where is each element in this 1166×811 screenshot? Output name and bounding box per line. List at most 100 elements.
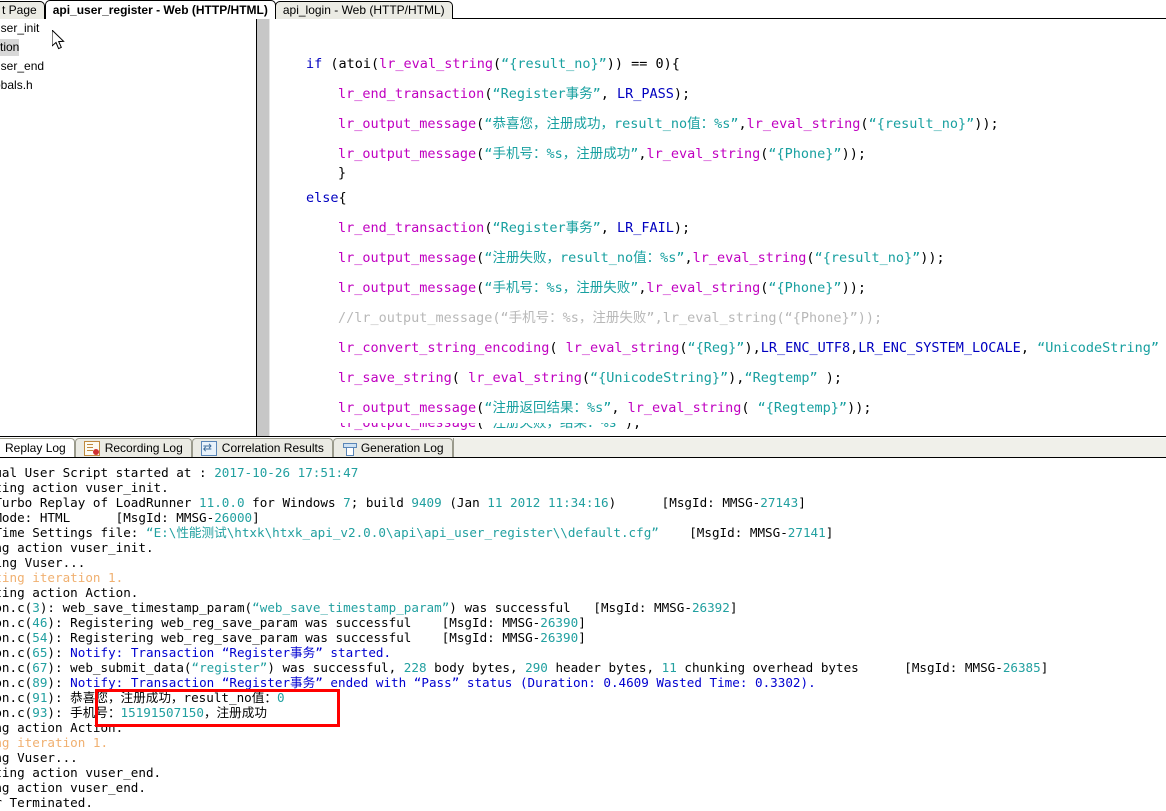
- log-token: 7: [343, 495, 351, 510]
- log-tab-correlation-results[interactable]: Correlation Results: [191, 438, 333, 457]
- code-token: );: [624, 423, 642, 431]
- log-token: Starting action vuser_end.: [0, 765, 162, 780]
- code-token: ));: [974, 116, 999, 132]
- tree-item-1[interactable]: ction: [0, 39, 20, 56]
- log-token: ): Registering web_reg_save_param was su…: [47, 630, 541, 645]
- replay-log-output[interactable]: Virtual User Script started at : 2017-10…: [0, 459, 1166, 811]
- code-line: lr_output_message(“注册失败，结果：%s”);: [272, 423, 1166, 432]
- code-token: “{UnicodeString}”: [590, 370, 729, 386]
- log-token: Ending action vuser_init.: [0, 540, 154, 555]
- code-token: ));: [920, 250, 945, 266]
- code-token: “Register事务”: [492, 220, 601, 236]
- code-token: ));: [847, 400, 872, 416]
- code-token: {: [338, 190, 347, 206]
- log-token: ): web_save_timestamp_param(: [39, 600, 253, 615]
- log-token: 91: [32, 690, 48, 705]
- code-token: ,: [600, 86, 617, 102]
- log-token: 89: [32, 675, 48, 690]
- log-token: Run-Time Settings file:: [0, 525, 139, 540]
- code-line: lr_output_message (“恭喜您，注册成功，result_no值：%…: [272, 109, 1166, 139]
- code-token: LR_PASS: [617, 86, 674, 102]
- document-tab-label: t Page: [2, 3, 37, 17]
- log-token: 54: [32, 630, 48, 645]
- code-token: lr_eval_string: [746, 116, 861, 132]
- tree-row: obals.h: [0, 76, 256, 95]
- code-token: ,: [611, 400, 628, 416]
- log-token: ]: [798, 495, 806, 510]
- code-token: );: [817, 370, 842, 386]
- log-tab-label: Generation Log: [360, 441, 444, 455]
- code-line: if (atoi(lr_eval_string(“{result_no}”)) …: [272, 49, 1166, 79]
- log-line: Action.c(54): Registering web_reg_save_p…: [0, 630, 1048, 645]
- log-line: Starting action Action.: [0, 585, 1048, 600]
- log-token: Run Mode: HTML [MsgId: MMSG-: [0, 510, 215, 525]
- code-token: LR_ENC_SYSTEM_LOCALE: [858, 340, 1021, 356]
- code-token: (atoi(: [330, 56, 380, 72]
- log-line: Running Vuser...: [0, 555, 1048, 570]
- log-token: Web Turbo Replay of LoadRunner: [0, 495, 192, 510]
- code-token: ,: [600, 220, 617, 236]
- log-token: [540, 495, 548, 510]
- code-line: //lr_output_message(“手机号：%s，注册失败”,lr_eva…: [272, 303, 1166, 333]
- log-token: body bytes,: [426, 660, 526, 675]
- document-tab-2[interactable]: api_login - Web (HTTP/HTML): [274, 1, 453, 19]
- code-token: lr_eval_string: [646, 280, 761, 296]
- code-token: lr_eval_string: [627, 400, 742, 416]
- log-token: 15191507150: [120, 705, 204, 720]
- document-tab-1[interactable]: api_user_register - Web (HTTP/HTML): [44, 0, 276, 19]
- code-token: );: [673, 220, 691, 236]
- loadrunner-vugen-window: t Page api_user_register - Web (HTTP/HTML…: [0, 0, 1166, 811]
- document-tab-0[interactable]: t Page: [0, 1, 45, 19]
- mouse-cursor: [51, 28, 66, 51]
- log-token: “register”: [191, 660, 268, 675]
- log-tab-replay-log[interactable]: Replay Log: [0, 438, 75, 457]
- code-token: (: [806, 250, 815, 266]
- log-token: Notify: Transaction “Register事务” ended w…: [70, 675, 816, 690]
- log-token: 11: [661, 660, 677, 675]
- log-token: “E:\性能测试\htxk\htxk_api_v2.0.0\api\api_us…: [145, 525, 659, 540]
- log-token: 26390: [540, 630, 579, 645]
- log-token: Notify: Transaction “Register事务” started…: [70, 645, 392, 660]
- code-token: //lr_output_message(“手机号：%s，注册失败”,lr_eva…: [338, 310, 883, 326]
- log-token: 27141: [787, 525, 826, 540]
- log-line: Ending iteration 1.: [0, 735, 1048, 750]
- code-token: lr_eval_string: [565, 340, 680, 356]
- code-token: else: [306, 190, 339, 206]
- log-token: 9409: [411, 495, 442, 510]
- document-tab-strip: t Page api_user_register - Web (HTTP/HTML…: [0, 0, 1166, 19]
- document-tab-label: api_login - Web (HTTP/HTML): [282, 3, 445, 17]
- generation-log-icon: [342, 442, 357, 456]
- log-line: Virtual User Script started at : 2017-10…: [0, 465, 1048, 480]
- tree-item-0[interactable]: user_init: [0, 20, 39, 37]
- log-token: ]: [1040, 660, 1049, 675]
- script-tree-pane[interactable]: user_initction user_end obals.h: [0, 19, 256, 436]
- correlation-results-icon: [200, 439, 217, 457]
- code-line: lr_output_message (“注册失败，result_no值：%s”,l…: [272, 243, 1166, 273]
- log-token: 26385: [1002, 660, 1041, 675]
- log-token: Action.c(: [0, 645, 33, 660]
- log-line: Ending action Action.: [0, 720, 1048, 735]
- log-tab-strip: Replay Log Recording Log Correlation Resul…: [0, 438, 1166, 458]
- code-token: “{result_no}”: [868, 116, 975, 132]
- code-line: lr_end_transaction(“Register事务”, LR_PASS…: [272, 79, 1166, 109]
- log-token: Virtual User Script started at :: [0, 465, 207, 480]
- code-token: “{result_no}”: [814, 250, 921, 266]
- log-token: Ending Vuser...: [0, 750, 78, 765]
- code-token: “UnicodeString”: [1037, 340, 1159, 356]
- log-line: Starting iteration 1.: [0, 570, 1048, 585]
- tree-item-2[interactable]: user_end: [0, 58, 44, 75]
- tree-item-3[interactable]: obals.h: [0, 77, 33, 94]
- code-token: lr_output_message: [338, 400, 477, 416]
- code-line: }: [272, 166, 1166, 183]
- log-tab-generation-log[interactable]: Generation Log: [332, 438, 453, 457]
- log-tab-recording-log[interactable]: Recording Log: [74, 438, 192, 457]
- log-token: [MsgId: MMSG-: [658, 525, 788, 540]
- vertical-splitter[interactable]: [256, 19, 270, 436]
- log-token: 2017-10-26 17:51:47: [214, 465, 359, 480]
- code-editor-pane[interactable]: if (atoi(lr_eval_string(“{result_no}”)) …: [272, 19, 1166, 436]
- code-token: ,: [738, 116, 747, 132]
- code-token: “{Reg}”: [687, 340, 745, 356]
- log-token: Action.c(: [0, 615, 33, 630]
- tree-row: ction: [0, 38, 256, 57]
- log-token: 290: [525, 660, 548, 675]
